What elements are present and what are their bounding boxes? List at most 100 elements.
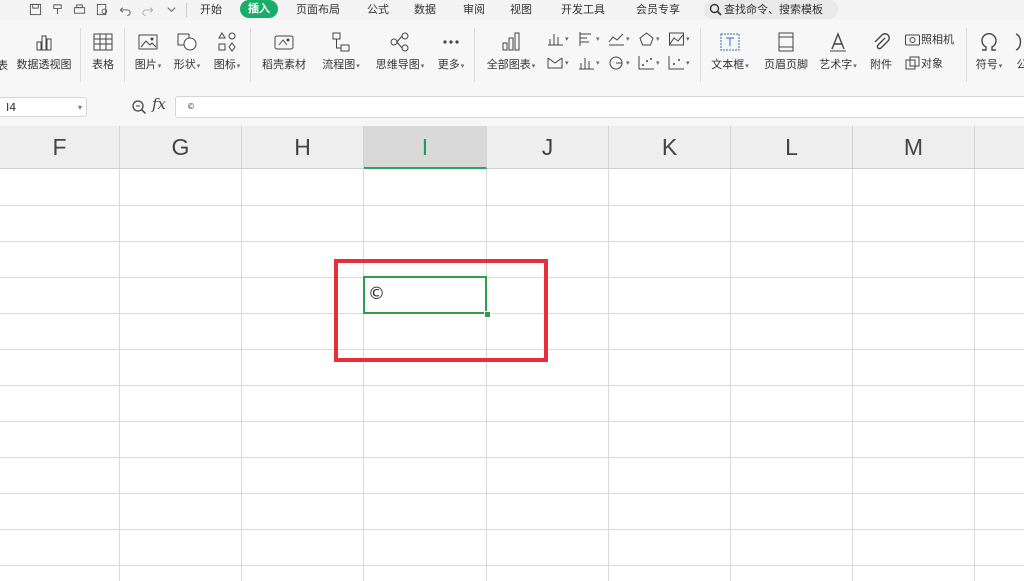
cut-label: 表: [0, 59, 8, 72]
grid-line: [0, 529, 1024, 530]
camera-button[interactable]: 照相机: [904, 30, 954, 48]
table-button[interactable]: 表格: [86, 30, 120, 82]
scatter-chart-button[interactable]: ▾: [638, 54, 660, 72]
sparkline-chart-button[interactable]: ▾: [668, 54, 690, 72]
ribbon: 表 数据透视图 表格 图片▾ 形状▾ 图标▾ 稻壳素材 流程图▾ 思维导图▾ 更…: [0, 20, 1024, 87]
more-icon: [438, 30, 464, 54]
divider: [186, 3, 187, 17]
print-icon[interactable]: [72, 2, 86, 16]
all-charts-button[interactable]: 全部图表▾: [482, 30, 540, 82]
grid-line: [608, 169, 609, 581]
tab-start[interactable]: 开始: [200, 0, 222, 20]
cell-grid[interactable]: [0, 169, 1024, 581]
textbox-button[interactable]: 文本框▾: [706, 30, 754, 82]
header-footer-icon: [773, 30, 799, 54]
line-chart-button[interactable]: ▾: [608, 30, 630, 48]
daoke-material-label: 稻壳素材: [262, 58, 306, 71]
paperclip-icon: [868, 30, 894, 54]
all-charts-label: 全部图表▾: [486, 58, 536, 71]
column-header-j[interactable]: J: [487, 126, 609, 168]
area-chart-button[interactable]: ▾: [668, 30, 690, 48]
redo-icon[interactable]: [140, 2, 154, 16]
tab-developer[interactable]: 开发工具: [561, 0, 605, 20]
table-label: 表格: [92, 58, 114, 71]
column-header-l[interactable]: L: [731, 126, 853, 168]
icon-library-button[interactable]: 图标▾: [208, 30, 246, 82]
tab-insert[interactable]: 插入: [240, 0, 278, 18]
header-footer-button[interactable]: 页眉页脚: [758, 30, 814, 82]
daoke-material-button[interactable]: 稻壳素材: [256, 30, 312, 82]
camera-icon: [905, 34, 920, 46]
radar-chart-button[interactable]: ▾: [638, 30, 660, 48]
pivot-table-label-cut[interactable]: 表: [0, 56, 8, 74]
undo-icon[interactable]: [118, 2, 132, 16]
more-label: 更多▾: [437, 58, 465, 71]
column-chart-icon: [548, 34, 563, 46]
line-chart-icon: [608, 33, 624, 46]
stock-chart-button[interactable]: ▾: [578, 54, 600, 72]
flowchart-label: 流程图▾: [322, 58, 360, 71]
column-chart-button[interactable]: ▾: [547, 30, 569, 48]
column-header-g[interactable]: G: [120, 126, 242, 168]
divider: [700, 28, 701, 82]
table-icon: [90, 30, 116, 54]
fx-icon[interactable]: fx: [152, 95, 166, 113]
search-box[interactable]: 查找命令、搜索模板: [704, 0, 838, 19]
name-box[interactable]: I4 ▾: [0, 97, 87, 117]
column-header-n[interactable]: [975, 126, 1024, 168]
flowchart-icon: [328, 30, 354, 54]
zoom-icon[interactable]: [131, 99, 147, 115]
customize-chevron-icon[interactable]: [164, 2, 178, 16]
mindmap-button[interactable]: 思维导图▾: [368, 30, 432, 82]
bar-chart-button[interactable]: ▾: [578, 30, 600, 48]
tab-data[interactable]: 数据: [414, 0, 436, 20]
picture-button[interactable]: 图片▾: [128, 30, 168, 82]
sparkline-chart-icon: [668, 56, 684, 70]
grid-line: [974, 169, 975, 581]
tab-formula[interactable]: 公式: [367, 0, 389, 20]
shape-button[interactable]: 形状▾: [168, 30, 206, 82]
object-button[interactable]: 对象: [904, 54, 943, 72]
grid-line: [0, 493, 1024, 494]
equation-label: 公: [1016, 58, 1024, 71]
flowchart-button[interactable]: 流程图▾: [314, 30, 368, 82]
column-header-i[interactable]: I: [364, 126, 487, 169]
save-icon[interactable]: [28, 2, 42, 16]
scatter-chart-icon: [638, 56, 654, 70]
tab-view[interactable]: 视图: [510, 0, 532, 20]
equation-button[interactable]: 公: [1010, 30, 1024, 82]
column-header-f[interactable]: F: [0, 126, 120, 168]
column-header-h[interactable]: H: [242, 126, 364, 168]
object-label: 对象: [921, 57, 943, 70]
picture-label: 图片▾: [134, 58, 162, 71]
column-header-k[interactable]: K: [609, 126, 731, 168]
symbol-label: 符号▾: [975, 58, 1003, 71]
grid-line: [0, 457, 1024, 458]
wordart-icon: [825, 30, 851, 54]
pie-chart-button[interactable]: ▾: [608, 54, 630, 72]
formula-input[interactable]: ©: [175, 96, 1024, 118]
divider: [80, 28, 81, 82]
shape-label: 形状▾: [173, 58, 201, 71]
format-painter-icon[interactable]: [50, 2, 64, 16]
wordart-label: 艺术字▾: [819, 58, 857, 71]
chevron-down-icon[interactable]: ▾: [78, 98, 82, 117]
icon-library-icon: [214, 30, 240, 54]
wordart-button[interactable]: 艺术字▾: [814, 30, 862, 82]
radar-chart-icon: [639, 32, 654, 46]
combo-chart-icon: [547, 57, 563, 69]
more-button[interactable]: 更多▾: [432, 30, 470, 82]
camera-label: 照相机: [921, 33, 954, 46]
tab-member[interactable]: 会员专享: [636, 0, 680, 20]
combo-chart-button[interactable]: ▾: [547, 54, 569, 72]
column-headers: F G H I J K L M: [0, 126, 1024, 169]
print-preview-icon[interactable]: [95, 2, 109, 16]
grid-line: [0, 385, 1024, 386]
column-header-m[interactable]: M: [853, 126, 975, 168]
tab-review[interactable]: 审阅: [463, 0, 485, 20]
grid-line: [0, 421, 1024, 422]
tab-page-layout[interactable]: 页面布局: [296, 0, 340, 20]
symbol-button[interactable]: 符号▾: [970, 30, 1008, 82]
pivot-chart-button[interactable]: 数据透视图: [13, 30, 75, 82]
attachment-button[interactable]: 附件: [864, 30, 898, 82]
